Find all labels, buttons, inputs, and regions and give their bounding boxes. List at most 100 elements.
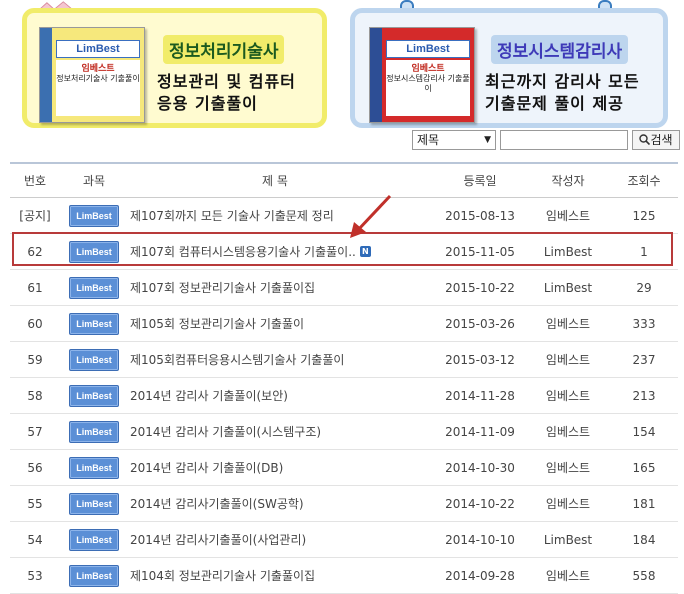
row-title-link-text[interactable]: 제105회컴퓨터응용시스템기술사 기출풀이 [130,351,344,368]
search-icon [639,134,651,146]
row-title-link[interactable]: 2014년 감리사기출풀이(사업관리) [130,522,430,557]
row-author: 임베스트 [530,198,606,233]
table-row[interactable]: 58 LimBest 2014년 감리사 기출풀이(보안) 2014-11-28 임베스… [10,378,678,414]
row-date-text: 2015-10-22 [445,280,515,295]
row-date: 2014-10-30 [430,450,530,485]
row-views: 125 [610,198,678,233]
table-row[interactable]: 57 LimBest 2014년 감리사 기출풀이(시스템구조) 2014-11-09… [10,414,678,450]
row-number: 58 [10,378,60,413]
row-views-text: 125 [632,208,656,223]
limbest-badge: LimBest [69,312,119,335]
limbest-badge: LimBest [69,528,119,551]
table-row[interactable]: 55 LimBest 2014년 감리사기출풀이(SW공학) 2014-10-22 임베… [10,486,678,522]
row-author-text: LimBest [543,280,593,295]
row-author: 임베스트 [530,342,606,377]
row-views-text: 154 [632,424,656,439]
row-title-link-text[interactable]: 2014년 감리사기출풀이(사업관리) [130,531,306,548]
row-number-text: 54 [27,532,43,547]
row-views-text: 237 [632,352,656,367]
row-date: 2014-09-28 [430,558,530,593]
table-row[interactable]: 56 LimBest 2014년 감리사 기출풀이(DB) 2014-10-30 임베스… [10,450,678,486]
row-date-text: 2014-11-28 [445,388,515,403]
row-author: LimBest [530,522,606,557]
row-author-text: 임베스트 [545,569,591,583]
row-number: [공지] [10,198,60,233]
row-title-link[interactable]: 2014년 감리사 기출풀이(DB) [130,450,430,485]
book-brand: LimBest [386,40,470,58]
header-author: 작성자 [551,174,585,188]
row-views: 154 [610,414,678,449]
row-author: 임베스트 [530,558,606,593]
row-title-link-text[interactable]: 제107회까지 모든 기술사 기출문제 정리 [130,207,334,224]
row-views: 184 [610,522,678,557]
row-title-link[interactable]: 2014년 감리사 기출풀이(시스템구조) [130,414,430,449]
limbest-badge: LimBest [69,204,119,227]
limbest-badge: LimBest [69,456,119,479]
row-author-text: 임베스트 [545,497,591,511]
row-date-text: 2014-11-09 [445,424,515,439]
row-views-text: 213 [632,388,656,403]
row-views-text: 181 [632,496,656,511]
banner-system-audit[interactable]: LimBest 임베스트 정보시스템감리사 기출풀이 정보시스템감리사 최근까지… [350,8,668,128]
row-views: 237 [610,342,678,377]
header-views: 조회수 [627,174,661,188]
row-title-link[interactable]: 제105회컴퓨터응용시스템기술사 기출풀이 [130,342,430,377]
row-date: 2015-03-26 [430,306,530,341]
row-author: 임베스트 [530,414,606,449]
table-row[interactable]: 59 LimBest 제105회컴퓨터응용시스템기술사 기출풀이 2015-03-12… [10,342,678,378]
book-brand: LimBest [56,40,140,58]
search-field-value: 제목 [417,133,440,147]
row-number: 56 [10,450,60,485]
book-title-red: 임베스트 [411,64,445,74]
row-title-link-text[interactable]: 제104회 정보관리기술사 기출풀이집 [130,567,315,584]
table-row[interactable]: 60 LimBest 제105회 정보관리기술사 기출풀이 2015-03-26 임베스… [10,306,678,342]
search-field-select[interactable]: 제목 ▼ [412,130,496,150]
row-author-text: 임베스트 [545,389,591,403]
table-row[interactable]: 61 LimBest 제107회 정보관리기술사 기출풀이집 2015-10-22 Li… [10,270,678,306]
row-date: 2014-10-10 [430,522,530,557]
row-views: 181 [610,486,678,521]
row-title-link[interactable]: 2014년 감리사기출풀이(SW공학) [130,486,430,521]
row-title-link-text[interactable]: 2014년 감리사기출풀이(SW공학) [130,495,304,512]
row-number-text: 61 [27,280,43,295]
row-views-text: 184 [632,532,656,547]
book-cover-image: LimBest 임베스트 정보시스템감리사 기출풀이 [369,27,475,123]
row-date-text: 2015-03-26 [445,316,515,331]
book-title-red: 임베스트 [81,64,115,74]
row-views: 558 [610,558,678,593]
banner-title: 정보처리기술사 [163,35,285,64]
row-views-text: 165 [632,460,656,475]
row-subject: LimBest [68,198,120,233]
table-row[interactable]: 53 LimBest 제104회 정보관리기술사 기출풀이집 2014-09-28 임베… [10,558,678,594]
book-title: 정보처리기술사 기출풀이 [56,74,140,83]
row-title-link-text[interactable]: 제107회 정보관리기술사 기출풀이집 [130,279,315,296]
row-title-link-text[interactable]: 2014년 감리사 기출풀이(DB) [130,459,283,476]
row-date: 2014-10-22 [430,486,530,521]
row-title-link-text[interactable]: 2014년 감리사 기출풀이(시스템구조) [130,423,321,440]
row-title-link[interactable]: 제105회 정보관리기술사 기출풀이 [130,306,430,341]
header-date: 등록일 [463,174,497,188]
row-author: 임베스트 [530,486,606,521]
row-number-text: 53 [27,568,43,583]
row-date-text: 2015-08-13 [445,208,515,223]
row-title-link[interactable]: 2014년 감리사 기출풀이(보안) [130,378,430,413]
row-date: 2015-03-12 [430,342,530,377]
row-date-text: 2014-10-22 [445,496,515,511]
search-button[interactable]: 검색 [632,130,680,150]
limbest-badge: LimBest [69,492,119,515]
limbest-badge: LimBest [69,564,119,587]
row-subject: LimBest [68,522,120,557]
row-views: 213 [610,378,678,413]
banner-info-processing[interactable]: LimBest 임베스트 정보처리기술사 기출풀이 정보처리기술사 정보관리 및… [22,8,327,128]
row-number: 61 [10,270,60,305]
row-number: 57 [10,414,60,449]
row-title-link-text[interactable]: 제105회 정보관리기술사 기출풀이 [130,315,304,332]
row-number-text: [공지] [19,209,51,223]
table-row[interactable]: 54 LimBest 2014년 감리사기출풀이(사업관리) 2014-10-10 Li… [10,522,678,558]
banner-desc-line1: 정보관리 및 컴퓨터 [157,72,296,91]
row-title-link-text[interactable]: 2014년 감리사 기출풀이(보안) [130,387,288,404]
banner-desc-line2: 기출문제 풀이 제공 [485,94,624,113]
search-input[interactable] [500,130,628,150]
row-title-link[interactable]: 제104회 정보관리기술사 기출풀이집 [130,558,430,593]
row-title-link[interactable]: 제107회 정보관리기술사 기출풀이집 [130,270,430,305]
